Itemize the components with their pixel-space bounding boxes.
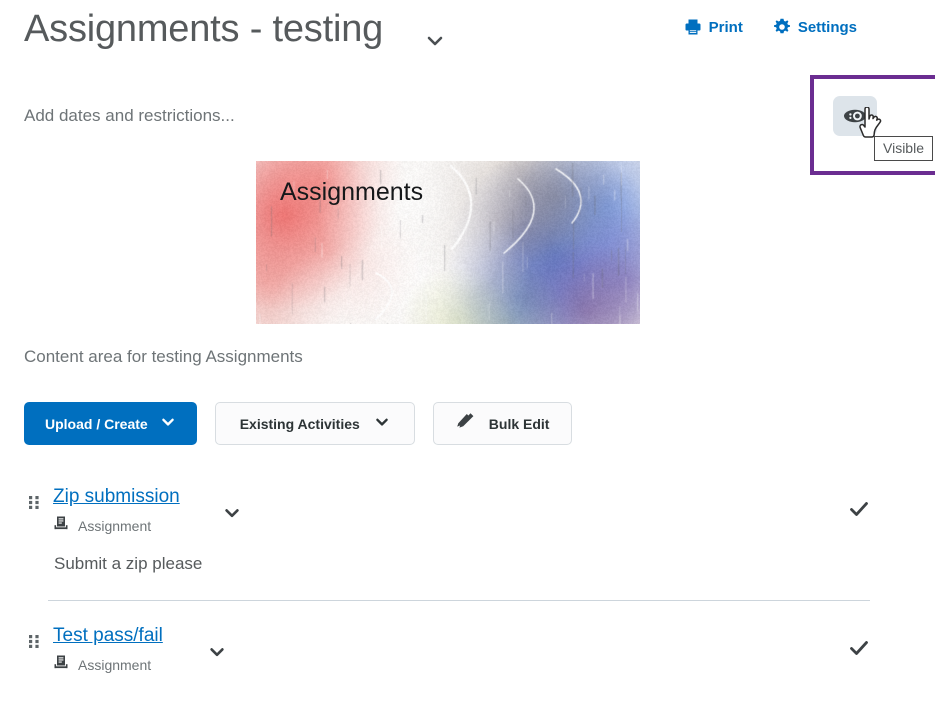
activity-type-label: Assignment bbox=[78, 518, 151, 534]
chevron-down-icon[interactable] bbox=[207, 642, 227, 662]
settings-label: Settings bbox=[798, 19, 857, 36]
activity-type-label: Assignment bbox=[78, 657, 151, 673]
chevron-down-icon[interactable] bbox=[222, 503, 242, 523]
assignment-document-icon bbox=[53, 654, 70, 676]
bulk-edit-button[interactable]: Bulk Edit bbox=[433, 402, 573, 445]
existing-activities-label: Existing Activities bbox=[240, 416, 360, 432]
pencil-edit-icon bbox=[456, 412, 478, 435]
chevron-down-icon bbox=[160, 414, 176, 433]
page-title: Assignments - testing bbox=[24, 8, 383, 51]
chevron-down-icon[interactable] bbox=[424, 30, 446, 52]
banner-image: Assignments bbox=[256, 161, 640, 324]
activity-title-link[interactable]: Zip submission bbox=[53, 486, 180, 508]
checkmark-icon bbox=[848, 498, 870, 520]
upload-create-button[interactable]: Upload / Create bbox=[24, 402, 197, 445]
activity-header: Zip submission Assignment bbox=[24, 486, 935, 540]
print-label: Print bbox=[709, 19, 743, 36]
content-area-description: Content area for testing Assignments bbox=[24, 347, 303, 367]
assignment-document-icon bbox=[53, 515, 70, 537]
print-button[interactable]: Print bbox=[684, 18, 743, 36]
drag-handle-icon[interactable] bbox=[27, 495, 41, 513]
activity-type: Assignment bbox=[53, 654, 151, 676]
existing-activities-button[interactable]: Existing Activities bbox=[215, 402, 415, 445]
activity-title-link[interactable]: Test pass/fail bbox=[53, 625, 163, 647]
add-dates-restrictions-link[interactable]: Add dates and restrictions... bbox=[24, 106, 235, 126]
visibility-toggle-button[interactable] bbox=[833, 96, 877, 136]
upload-create-label: Upload / Create bbox=[45, 416, 148, 432]
drag-handle-icon[interactable] bbox=[27, 634, 41, 652]
checkmark-icon bbox=[848, 637, 870, 659]
bulk-edit-label: Bulk Edit bbox=[489, 416, 550, 432]
activity-type: Assignment bbox=[53, 515, 151, 537]
page-header: Assignments - testing Print Settings bbox=[0, 0, 935, 72]
visibility-highlight-box: Visible bbox=[810, 75, 935, 175]
chevron-down-icon bbox=[374, 414, 390, 433]
activity-header: Test pass/fail Assignment bbox=[24, 625, 935, 679]
content-page: Assignments - testing Print Settings Add… bbox=[0, 0, 935, 705]
gear-icon bbox=[773, 18, 791, 36]
content-toolbar: Upload / Create Existing Activities Bulk… bbox=[24, 402, 572, 445]
list-item: Zip submission Assignment Submit a zip p… bbox=[0, 486, 935, 601]
settings-button[interactable]: Settings bbox=[773, 18, 857, 36]
activity-list: Zip submission Assignment Submit a zip p… bbox=[0, 486, 935, 679]
visibility-tooltip: Visible bbox=[874, 136, 933, 161]
banner-label: Assignments bbox=[280, 178, 423, 207]
printer-icon bbox=[684, 18, 702, 36]
list-divider bbox=[48, 600, 870, 601]
header-actions: Print Settings bbox=[684, 18, 857, 36]
activity-description: Submit a zip please bbox=[24, 540, 935, 574]
list-item: Test pass/fail Assignment bbox=[0, 625, 935, 679]
eye-visible-icon bbox=[842, 107, 868, 130]
